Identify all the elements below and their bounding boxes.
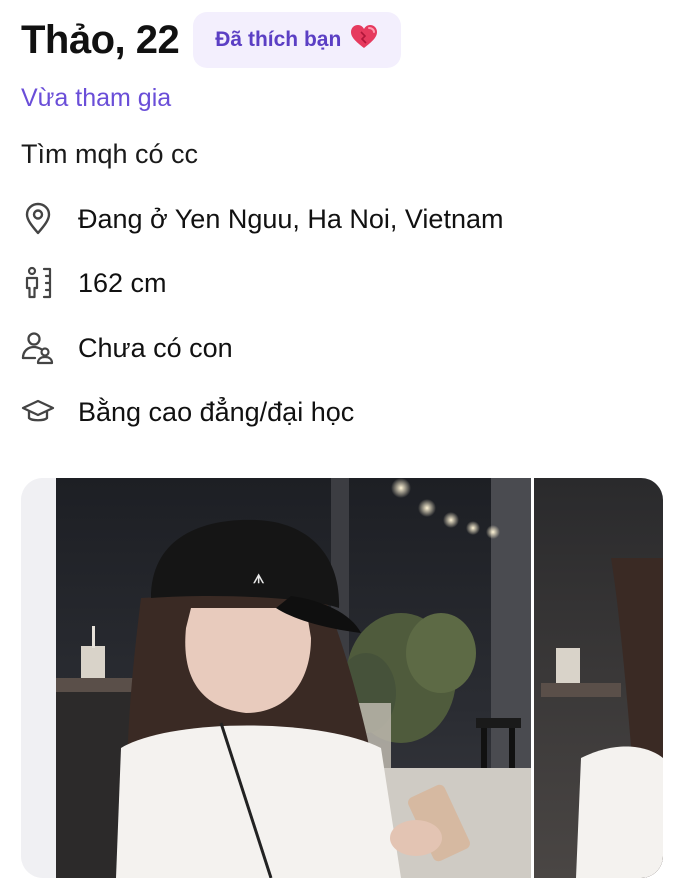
profile-photo[interactable]: ᗑ <box>21 478 663 878</box>
info-row-children: Chưa có con <box>21 331 233 365</box>
svg-text:ᗑ: ᗑ <box>253 572 265 586</box>
height-icon <box>21 266 55 300</box>
heart-icon <box>349 22 379 58</box>
location-pin-icon <box>21 202 55 236</box>
profile-bio: Tìm mqh có cc <box>21 139 199 169</box>
liked-you-label: Đã thích bạn <box>215 28 342 51</box>
info-row-location: Đang ở Yen Nguu, Ha Noi, Vietnam <box>21 202 503 236</box>
info-row-education: Bằng cao đẳng/đại học <box>21 395 354 429</box>
height-text: 162 cm <box>78 267 167 298</box>
children-text: Chưa có con <box>78 332 233 363</box>
profile-name-age: Thảo, 22 <box>21 17 180 62</box>
children-icon <box>21 331 55 365</box>
liked-you-badge: Đã thích bạn <box>193 12 402 68</box>
profile-header: Thảo, 22 Đã thích bạn <box>21 12 402 68</box>
education-text: Bằng cao đẳng/đại học <box>78 396 355 427</box>
info-row-height: 162 cm <box>21 266 167 300</box>
joined-status: Vừa tham gia <box>21 84 172 112</box>
graduation-cap-icon <box>21 395 55 429</box>
location-text: Đang ở Yen Nguu, Ha Noi, Vietnam <box>78 203 504 234</box>
